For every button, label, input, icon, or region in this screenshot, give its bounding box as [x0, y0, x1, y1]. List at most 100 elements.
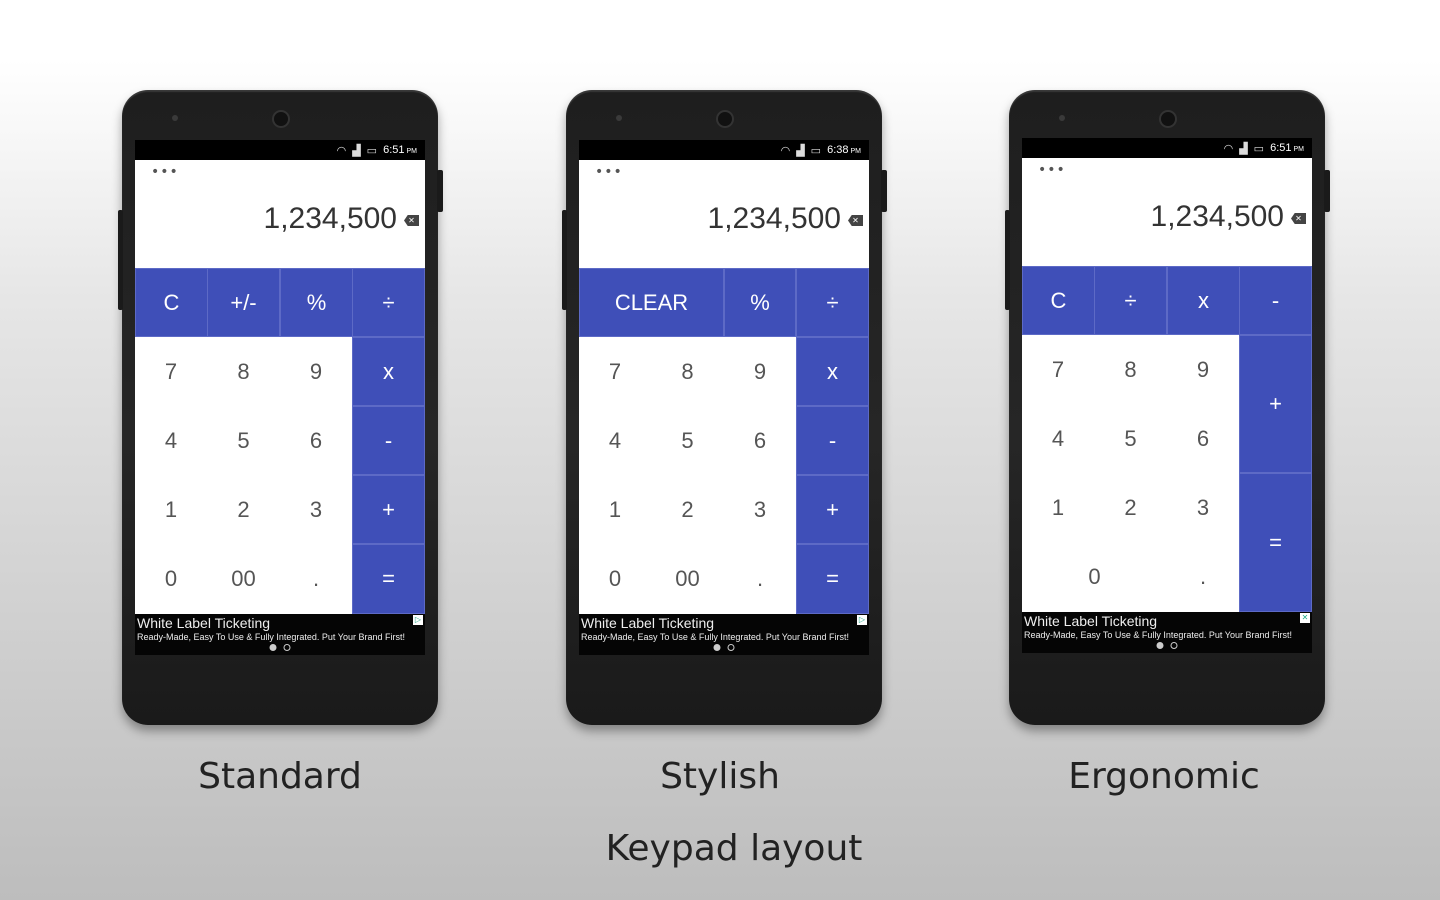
key-plus-minus[interactable]: +/-	[207, 268, 280, 337]
backspace-icon[interactable]: ✕	[1291, 213, 1306, 224]
status-bar: ◠ ▟ ▭ 6:51 PM	[1022, 138, 1312, 158]
camera	[1159, 110, 1177, 128]
volume-button	[562, 210, 567, 310]
key-1[interactable]: 1	[579, 475, 651, 544]
key-4[interactable]: 4	[1022, 404, 1094, 473]
page-dot-active	[713, 644, 721, 651]
ad-banner[interactable]: White Label Ticketing Ready-Made, Easy T…	[135, 614, 425, 655]
key-multiply[interactable]: x	[1167, 266, 1240, 335]
page-dot	[727, 644, 735, 651]
keypad: C ÷ x - 7 8 9 + 4 5 6 1 2 3 = 0 .	[1022, 266, 1312, 612]
status-time: 6:51 PM	[1270, 142, 1304, 154]
key-percent[interactable]: %	[724, 268, 796, 337]
display-value: 1,234,500	[263, 202, 397, 235]
phone-stylish: ◠ ▟ ▭ 6:38 PM ••• 1,234,500 ✕ CLEAR % ÷ 7…	[562, 90, 887, 725]
key-minus[interactable]: -	[796, 406, 869, 475]
key-plus[interactable]: +	[796, 475, 869, 544]
key-minus[interactable]: -	[352, 406, 425, 475]
overflow-menu-icon[interactable]: •••	[595, 164, 623, 180]
key-00[interactable]: 00	[207, 544, 280, 614]
key-clear[interactable]: C	[1022, 266, 1095, 335]
key-0[interactable]: 0	[1022, 542, 1167, 612]
key-5[interactable]: 5	[207, 406, 280, 475]
key-multiply[interactable]: x	[352, 337, 425, 406]
key-7[interactable]: 7	[579, 337, 651, 406]
key-percent[interactable]: %	[280, 268, 353, 337]
key-2[interactable]: 2	[651, 475, 724, 544]
ad-subtitle: Ready-Made, Easy To Use & Fully Integrat…	[1024, 630, 1292, 640]
battery-icon: ▭	[1253, 142, 1265, 155]
key-3[interactable]: 3	[724, 475, 796, 544]
caption-stylish: Stylish	[660, 756, 780, 797]
backspace-icon[interactable]: ✕	[848, 215, 863, 226]
key-9[interactable]: 9	[724, 337, 796, 406]
overflow-menu-icon[interactable]: •••	[1038, 162, 1066, 178]
key-divide[interactable]: ÷	[1094, 266, 1167, 335]
key-divide[interactable]: ÷	[352, 268, 425, 337]
sensor-dot	[172, 115, 178, 121]
page-dot	[283, 644, 291, 651]
key-decimal[interactable]: .	[280, 544, 352, 614]
key-6[interactable]: 6	[724, 406, 796, 475]
key-8[interactable]: 8	[1094, 335, 1167, 404]
power-button	[881, 170, 887, 212]
page-dot-active	[269, 644, 277, 651]
adchoices-icon[interactable]: ▷	[857, 615, 867, 625]
status-bar: ◠ ▟ ▭ 6:51 PM	[135, 140, 425, 160]
ad-banner[interactable]: White Label Ticketing Ready-Made, Easy T…	[1022, 612, 1312, 653]
key-3[interactable]: 3	[1167, 473, 1239, 542]
key-minus[interactable]: -	[1239, 266, 1312, 335]
key-1[interactable]: 1	[135, 475, 207, 544]
key-7[interactable]: 7	[1022, 335, 1094, 404]
key-0[interactable]: 0	[579, 544, 651, 614]
key-divide[interactable]: ÷	[796, 268, 869, 337]
key-0[interactable]: 0	[135, 544, 207, 614]
key-7[interactable]: 7	[135, 337, 207, 406]
page-indicator	[1156, 642, 1178, 649]
key-clear[interactable]: CLEAR	[579, 268, 724, 337]
status-time: 6:51 PM	[383, 144, 417, 156]
key-multiply[interactable]: x	[796, 337, 869, 406]
key-2[interactable]: 2	[1094, 473, 1167, 542]
key-9[interactable]: 9	[280, 337, 352, 406]
key-5[interactable]: 5	[651, 406, 724, 475]
key-plus[interactable]: +	[352, 475, 425, 544]
key-8[interactable]: 8	[651, 337, 724, 406]
key-2[interactable]: 2	[207, 475, 280, 544]
key-4[interactable]: 4	[579, 406, 651, 475]
key-6[interactable]: 6	[1167, 404, 1239, 473]
key-4[interactable]: 4	[135, 406, 207, 475]
key-equals[interactable]: =	[352, 544, 425, 614]
key-decimal[interactable]: .	[1167, 542, 1239, 612]
caption-standard: Standard	[198, 756, 362, 797]
key-8[interactable]: 8	[207, 337, 280, 406]
calculator-display: ••• 1,234,500 ✕	[1022, 158, 1312, 266]
sensor-dot	[1059, 115, 1065, 121]
adchoices-icon[interactable]: ✕	[1300, 613, 1310, 623]
key-9[interactable]: 9	[1167, 335, 1239, 404]
overflow-menu-icon[interactable]: •••	[151, 164, 179, 180]
ad-banner[interactable]: White Label Ticketing Ready-Made, Easy T…	[579, 614, 869, 655]
calculator-display: ••• 1,234,500 ✕	[579, 160, 869, 268]
key-5[interactable]: 5	[1094, 404, 1167, 473]
screen: ◠ ▟ ▭ 6:38 PM ••• 1,234,500 ✕ CLEAR % ÷ 7…	[579, 140, 869, 655]
display-value: 1,234,500	[1150, 200, 1284, 233]
key-equals[interactable]: =	[796, 544, 869, 614]
backspace-icon[interactable]: ✕	[404, 215, 419, 226]
key-equals[interactable]: =	[1239, 473, 1312, 612]
camera	[716, 110, 734, 128]
power-button	[437, 170, 443, 212]
sensor-dot	[616, 115, 622, 121]
signal-icon: ▟	[1239, 142, 1248, 155]
key-decimal[interactable]: .	[724, 544, 796, 614]
key-plus[interactable]: +	[1239, 335, 1312, 473]
camera	[272, 110, 290, 128]
page-dot	[1170, 642, 1178, 649]
key-1[interactable]: 1	[1022, 473, 1094, 542]
key-6[interactable]: 6	[280, 406, 352, 475]
phone-ergonomic: ◠ ▟ ▭ 6:51 PM ••• 1,234,500 ✕ C ÷ x - 7 8…	[1005, 90, 1330, 725]
adchoices-icon[interactable]: ▷	[413, 615, 423, 625]
key-clear[interactable]: C	[135, 268, 208, 337]
key-00[interactable]: 00	[651, 544, 724, 614]
key-3[interactable]: 3	[280, 475, 352, 544]
